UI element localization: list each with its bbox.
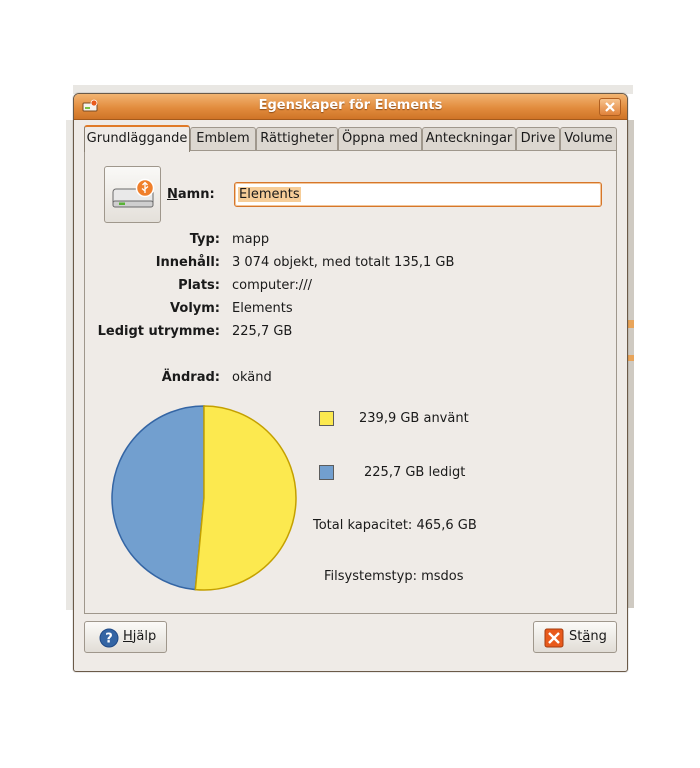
pie-slice-free bbox=[111, 405, 205, 591]
tab-volume[interactable]: Volume bbox=[560, 127, 617, 150]
background-window-edge bbox=[66, 120, 73, 610]
contents-label: Innehåll: bbox=[155, 255, 220, 270]
name-field[interactable]: Elements bbox=[234, 182, 602, 207]
type-value: mapp bbox=[232, 232, 270, 247]
help-label-rest: jälp bbox=[132, 629, 157, 644]
pie-slice-used bbox=[194, 405, 297, 591]
help-mnemonic: H bbox=[123, 629, 133, 644]
type-label: Typ: bbox=[189, 232, 220, 247]
free-space-legend-label: 225,7 GB ledigt bbox=[364, 465, 466, 480]
free-space-label: Ledigt utrymme: bbox=[97, 324, 220, 339]
name-label-mnemonic: N bbox=[167, 187, 178, 202]
svg-text:?: ? bbox=[105, 632, 113, 647]
title-bar[interactable]: Egenskaper för Elements bbox=[74, 94, 627, 120]
tab-anteckningar[interactable]: Anteckningar bbox=[422, 127, 516, 150]
modified-value: okänd bbox=[232, 370, 272, 385]
tab-drive[interactable]: Drive bbox=[516, 127, 560, 150]
drive-icon-button[interactable] bbox=[104, 166, 161, 223]
close-button[interactable]: Stäng bbox=[533, 621, 617, 653]
location-value: computer:/// bbox=[232, 278, 312, 293]
window-close-icon[interactable] bbox=[599, 98, 621, 116]
help-button-label: Hjälp bbox=[123, 629, 156, 644]
total-capacity-label: Total kapacitet: 465,6 GB bbox=[313, 518, 477, 533]
name-field-value: Elements bbox=[238, 187, 301, 202]
tab-emblem[interactable]: Emblem bbox=[190, 127, 256, 150]
volume-label: Volym: bbox=[170, 301, 220, 316]
close-button-label: Stäng bbox=[569, 629, 607, 644]
window-title: Egenskaper för Elements bbox=[258, 98, 443, 113]
contents-value: 3 074 objekt, med totalt 135,1 GB bbox=[232, 255, 455, 270]
removable-drive-icon bbox=[112, 178, 155, 208]
name-label-rest: amn: bbox=[177, 187, 215, 202]
free-space-swatch bbox=[319, 465, 334, 480]
help-icon: ? bbox=[99, 628, 119, 648]
close-label-pre: St bbox=[569, 629, 583, 644]
free-space-value: 225,7 GB bbox=[232, 324, 293, 339]
tab-oppna-med[interactable]: Öppna med bbox=[338, 127, 422, 150]
name-label: Namn: bbox=[167, 187, 215, 202]
disk-usage-pie-chart bbox=[111, 405, 297, 591]
basic-properties-panel: Namn: Elements Typ: mapp Innehåll: 3 074… bbox=[84, 150, 617, 614]
filesystem-type-label: Filsystemstyp: msdos bbox=[324, 569, 464, 584]
tab-rattigheter[interactable]: Rättigheter bbox=[256, 127, 338, 150]
tab-grundlaggande[interactable]: Grundläggande bbox=[84, 125, 190, 152]
volume-value: Elements bbox=[232, 301, 293, 316]
close-label-rest: ng bbox=[590, 629, 607, 644]
help-button[interactable]: ? Hjälp bbox=[84, 621, 167, 653]
used-space-swatch bbox=[319, 411, 334, 426]
modified-label: Ändrad: bbox=[161, 370, 220, 385]
properties-dialog: Egenskaper för Elements Grundläggande Em… bbox=[73, 93, 628, 672]
location-label: Plats: bbox=[178, 278, 220, 293]
used-space-label: 239,9 GB använt bbox=[359, 411, 469, 426]
close-icon bbox=[544, 628, 564, 648]
